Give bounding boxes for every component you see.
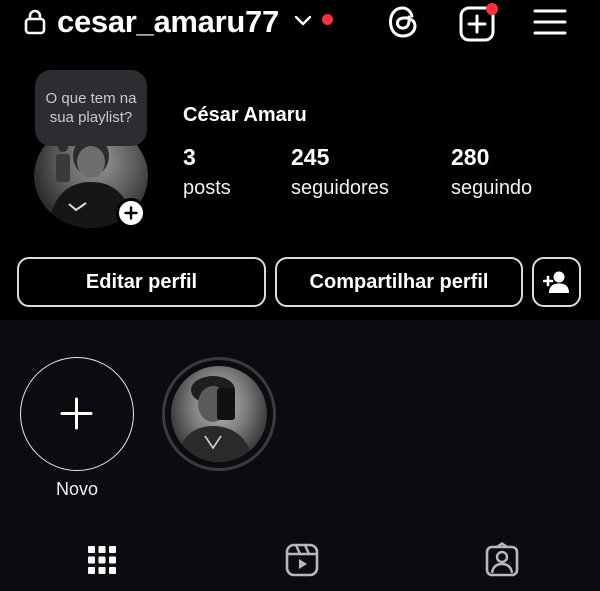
top-bar: cesar_amaru77 [0, 0, 600, 48]
note-bubble[interactable]: O que tem na sua playlist? [35, 70, 147, 146]
followers-label[interactable]: seguidores [291, 175, 389, 201]
share-profile-button[interactable]: Compartilhar perfil [275, 257, 523, 307]
note-text: O que tem na sua playlist? [45, 90, 137, 126]
reels-icon[interactable] [284, 542, 320, 578]
plus-icon [124, 206, 138, 220]
posts-count[interactable]: 3 [183, 143, 196, 171]
chevron-down-icon[interactable] [293, 13, 313, 29]
highlight-cover[interactable] [171, 366, 267, 462]
threads-icon[interactable] [385, 4, 421, 40]
new-highlight-label: Novo [55, 479, 99, 499]
followers-count[interactable]: 245 [291, 143, 329, 171]
following-label[interactable]: seguindo [451, 175, 532, 201]
tagged-icon[interactable] [484, 542, 520, 578]
posts-label[interactable]: posts [183, 175, 231, 201]
grid-icon[interactable] [84, 542, 120, 578]
add-person-icon [542, 271, 569, 293]
notification-dot [322, 14, 333, 25]
highlight-photo [177, 376, 253, 462]
hamburger-menu-icon[interactable] [533, 8, 567, 36]
account-username[interactable]: cesar_amaru77 [57, 2, 279, 42]
add-story-button[interactable] [116, 198, 146, 228]
new-highlight-button[interactable] [20, 357, 134, 471]
notification-dot [486, 3, 498, 15]
display-name: César Amaru [183, 104, 307, 126]
lock-icon [24, 9, 46, 35]
edit-profile-button[interactable]: Editar perfil [17, 257, 266, 307]
plus-icon [60, 397, 93, 430]
discover-people-button[interactable] [532, 257, 581, 307]
following-count[interactable]: 280 [451, 143, 489, 171]
